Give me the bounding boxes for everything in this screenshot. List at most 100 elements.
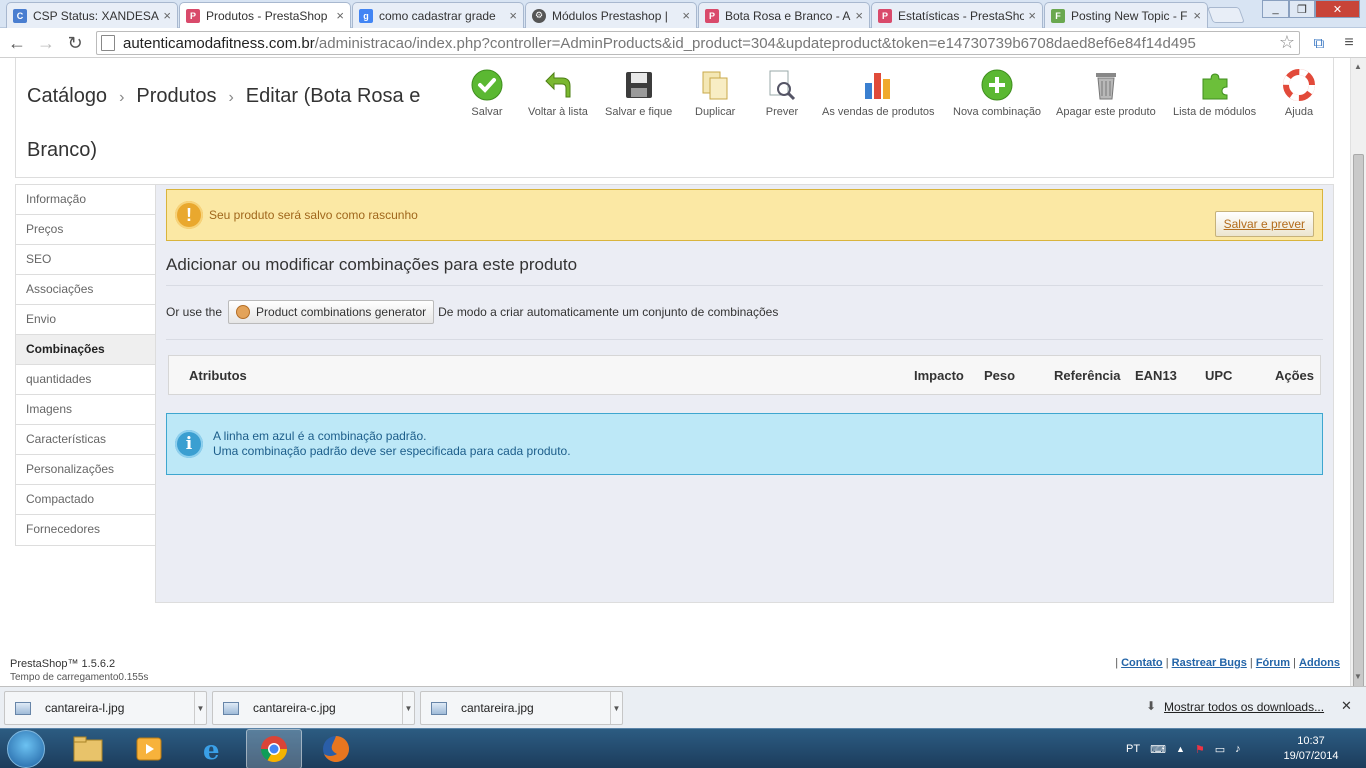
bookmark-star-icon[interactable]: ☆	[1279, 32, 1295, 53]
browser-tab[interactable]: P Estatísticas - PrestaSho ×	[871, 2, 1043, 28]
sidetab-informacao[interactable]: Informação	[16, 185, 155, 215]
delete-product-button[interactable]: Apagar este produto	[1056, 68, 1156, 118]
sidetab-imagens[interactable]: Imagens	[16, 395, 155, 425]
footer-link-forum[interactable]: Fórum	[1256, 657, 1290, 669]
sidetab-compactado[interactable]: Compactado	[16, 485, 155, 515]
page-scrollbar[interactable]: ▲ ▼	[1350, 58, 1366, 698]
scroll-thumb[interactable]	[1353, 154, 1364, 698]
close-tab-icon[interactable]: ×	[509, 8, 517, 23]
browser-tab-bar: C CSP Status: XANDESA × P Produtos - Pre…	[0, 0, 1366, 28]
footer-link-rastrear-bugs[interactable]: Rastrear Bugs	[1172, 657, 1247, 669]
browser-tab[interactable]: F Posting New Topic - F ×	[1044, 2, 1208, 28]
sidetab-precos[interactable]: Preços	[16, 215, 155, 245]
close-tab-icon[interactable]: ×	[163, 8, 171, 23]
network-icon[interactable]: ▭	[1215, 743, 1225, 756]
sidetab-personalizacoes[interactable]: Personalizações	[16, 455, 155, 485]
firefox-icon[interactable]	[308, 729, 364, 768]
start-button[interactable]	[7, 730, 45, 768]
download-menu-icon[interactable]: ▼	[194, 692, 206, 724]
footer-link-addons[interactable]: Addons	[1299, 657, 1340, 669]
palette-icon	[236, 305, 251, 319]
save-and-stay-button[interactable]: Salvar e fique	[605, 68, 672, 118]
scroll-down-icon[interactable]: ▼	[1354, 672, 1362, 681]
sidetab-caracteristicas[interactable]: Características	[16, 425, 155, 455]
browser-tab[interactable]: ⚙ Módulos Prestashop | ×	[525, 2, 697, 28]
explorer-icon[interactable]	[60, 729, 116, 768]
browser-tab-active[interactable]: P Produtos - PrestaShop ×	[179, 2, 351, 28]
download-item[interactable]: cantareira-l.jpg ▼	[4, 691, 207, 725]
download-menu-icon[interactable]: ▼	[402, 692, 414, 724]
action-center-icon[interactable]: ⚑	[1195, 743, 1205, 756]
save-button[interactable]: Salvar	[470, 68, 504, 118]
breadcrumb-item-catalog[interactable]: Catálogo	[27, 85, 107, 107]
sidetab-associacoes[interactable]: Associações	[16, 275, 155, 305]
show-all-downloads-link[interactable]: Mostrar todos os downloads...	[1164, 700, 1324, 714]
trash-icon	[1089, 68, 1123, 102]
product-sales-button[interactable]: As vendas de produtos	[822, 68, 935, 118]
sidetab-fornecedores[interactable]: Fornecedores	[16, 515, 155, 545]
close-tab-icon[interactable]: ×	[336, 8, 344, 23]
combinations-table-header: Atributos Impacto Peso Referência EAN13 …	[168, 355, 1321, 395]
clock[interactable]: 10:37 19/07/2014	[1278, 734, 1344, 764]
help-button[interactable]: Ajuda	[1282, 68, 1316, 118]
column-header-referencia: Referência	[1054, 368, 1121, 383]
keyboard-icon[interactable]: ⌨	[1150, 743, 1166, 756]
breadcrumb-item-products[interactable]: Produtos	[136, 85, 216, 107]
sidetab-quantidades[interactable]: quantidades	[16, 365, 155, 395]
language-indicator[interactable]: PT	[1126, 743, 1140, 755]
scroll-up-icon[interactable]: ▲	[1354, 62, 1362, 71]
back-to-list-button[interactable]: Voltar à lista	[528, 68, 588, 118]
volume-icon[interactable]: ♪	[1235, 743, 1241, 755]
download-item[interactable]: cantareira.jpg ▼	[420, 691, 623, 725]
download-item[interactable]: cantareira-c.jpg ▼	[212, 691, 415, 725]
close-tab-icon[interactable]: ×	[855, 8, 863, 23]
extension-icon[interactable]: ⧉	[1308, 32, 1330, 54]
combinations-generator-button[interactable]: Product combinations generator	[228, 300, 435, 324]
address-bar[interactable]: autenticamodafitness.com.br/administraca…	[96, 31, 1300, 55]
internet-explorer-icon[interactable]: e	[184, 729, 240, 768]
browser-tab[interactable]: P Bota Rosa e Branco - A ×	[698, 2, 870, 28]
reload-icon[interactable]: ↻	[64, 32, 86, 54]
sidetab-seo[interactable]: SEO	[16, 245, 155, 275]
download-shelf: cantareira-l.jpg ▼ cantareira-c.jpg ▼ ca…	[0, 686, 1366, 728]
duplicate-icon	[698, 68, 732, 102]
close-tab-icon[interactable]: ×	[682, 8, 690, 23]
preview-button[interactable]: Prever	[765, 68, 799, 118]
clock-time: 10:37	[1297, 735, 1325, 747]
column-header-acoes: Ações	[1275, 368, 1315, 383]
image-file-icon	[431, 701, 447, 715]
close-tab-icon[interactable]: ×	[1193, 8, 1201, 23]
sidetab-envio[interactable]: Envio	[16, 305, 155, 335]
download-menu-icon[interactable]: ▼	[610, 692, 622, 724]
clock-date: 19/07/2014	[1283, 750, 1339, 762]
duplicate-button[interactable]: Duplicar	[695, 68, 735, 118]
footer-link-contato[interactable]: Contato	[1121, 657, 1163, 669]
forward-icon[interactable]: →	[35, 32, 57, 54]
browser-tab[interactable]: g como cadastrar grade ×	[352, 2, 524, 28]
minimize-window-icon[interactable]: _	[1262, 0, 1289, 18]
sidetab-combinacoes[interactable]: Combinações	[16, 335, 155, 365]
save-and-preview-button[interactable]: Salvar e prever	[1214, 211, 1314, 237]
back-icon[interactable]: ←	[6, 32, 28, 54]
generator-row: Or use the Product combinations generato…	[166, 299, 778, 325]
browser-tab[interactable]: C CSP Status: XANDESA ×	[6, 2, 178, 28]
close-tab-icon[interactable]: ×	[1028, 8, 1036, 23]
media-player-icon[interactable]	[121, 729, 177, 768]
column-header-impacto: Impacto	[914, 368, 964, 383]
or-use-label: Or use the	[166, 305, 223, 319]
image-file-icon	[15, 701, 31, 715]
column-header-ean13: EAN13	[1135, 368, 1177, 383]
product-side-tabs: Informação Preços SEO Associações Envio …	[15, 184, 156, 546]
module-list-button[interactable]: Lista de módulos	[1173, 68, 1256, 118]
breadcrumb-separator: ›	[119, 89, 125, 106]
menu-icon[interactable]: ≡	[1338, 32, 1360, 54]
close-download-shelf-icon[interactable]: ✕	[1341, 698, 1352, 714]
new-tab-button[interactable]	[1207, 7, 1245, 23]
svg-text:e: e	[203, 736, 220, 764]
new-combination-button[interactable]: Nova combinação	[953, 68, 1041, 118]
maximize-window-icon[interactable]: ❐	[1289, 0, 1315, 18]
image-file-icon	[223, 701, 239, 715]
close-window-icon[interactable]: ✕	[1315, 0, 1360, 18]
tray-expand-icon[interactable]: ▲	[1176, 744, 1185, 754]
chrome-icon[interactable]	[246, 729, 302, 768]
